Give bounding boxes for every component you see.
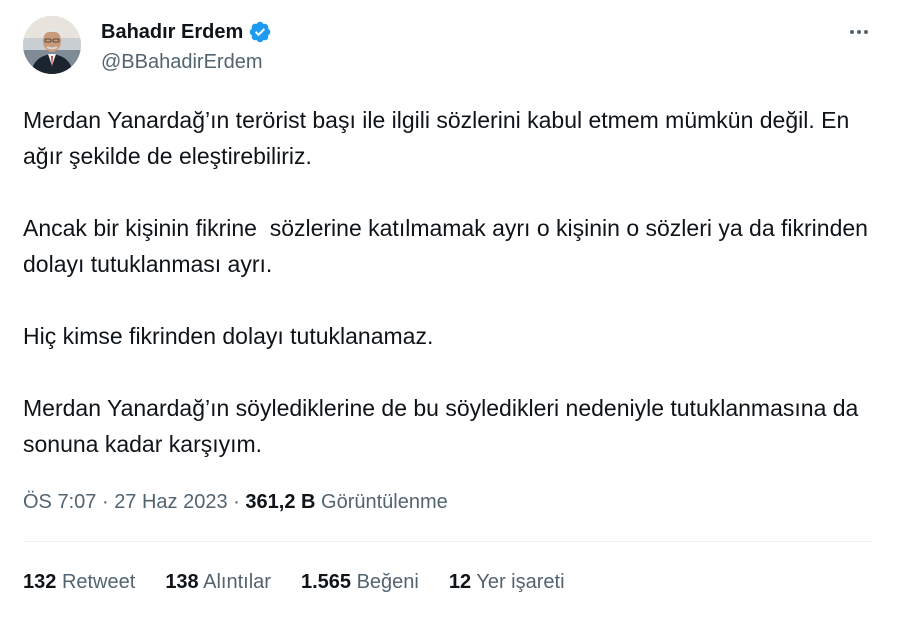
more-options-button[interactable]	[843, 18, 875, 46]
quotes-count: 138	[165, 571, 199, 593]
more-horizontal-icon	[850, 30, 868, 34]
meta-separator: ·	[233, 491, 240, 513]
tweet-time[interactable]: ÖS 7:07	[23, 491, 96, 513]
meta-separator: ·	[101, 491, 109, 513]
quotes-label: Alıntılar	[203, 571, 271, 593]
quotes-stat[interactable]: 138 Alıntılar	[165, 567, 271, 597]
tweet-card: Bahadır Erdem @BBahadirErdem Merdan Yana…	[0, 0, 918, 619]
tweet-text: Merdan Yanardağ’ın terörist başı ile ilg…	[23, 102, 883, 462]
likes-count: 1.565	[300, 571, 352, 593]
likes-stat[interactable]: 1.565 Beğeni	[301, 567, 419, 597]
retweets-label: Retweet	[61, 571, 136, 593]
divider	[23, 541, 873, 542]
tweet-meta: ÖS 7:07 · 27 Haz 2023 · 361,2 B Görüntül…	[23, 487, 448, 517]
bookmarks-label: Yer işareti	[476, 571, 565, 593]
avatar-image	[23, 16, 81, 74]
tweet-paragraph: Hiç kimse fikrinden dolayı tutuklanamaz.	[23, 323, 434, 349]
verified-badge-icon[interactable]	[248, 20, 272, 44]
avatar[interactable]	[23, 16, 81, 74]
author-name-row: Bahadır Erdem	[101, 18, 272, 46]
tweet-stats: 132 Retweet 138 Alıntılar 1.565 Beğeni 1…	[23, 567, 595, 597]
likes-label: Beğeni	[356, 571, 419, 593]
tweet-paragraph: Merdan Yanardağ’ın söylediklerine de bu …	[23, 395, 865, 457]
views-label: Görüntülenme	[321, 491, 448, 513]
bookmarks-stat[interactable]: 12 Yer işareti	[449, 567, 565, 597]
tweet-paragraph: Merdan Yanardağ’ın terörist başı ile ilg…	[23, 107, 856, 169]
retweets-stat[interactable]: 132 Retweet	[23, 567, 135, 597]
retweets-count: 132	[23, 571, 57, 593]
bookmarks-count: 12	[448, 571, 472, 593]
views-count: 361,2 B	[245, 491, 316, 513]
tweet-date[interactable]: 27 Haz 2023	[114, 491, 227, 513]
tweet-paragraph: Ancak bir kişinin fikrine sözlerine katı…	[23, 215, 875, 277]
author-handle[interactable]: @BBahadirErdem	[101, 48, 262, 76]
author-display-name[interactable]: Bahadır Erdem	[101, 18, 243, 46]
